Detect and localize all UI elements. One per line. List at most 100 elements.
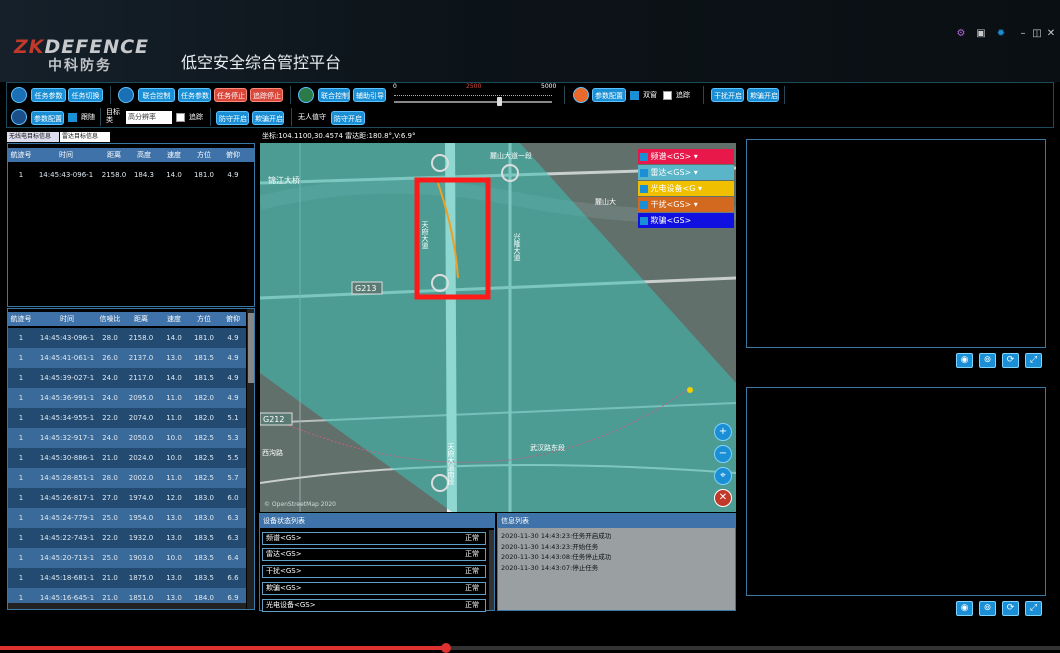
task-stop-button[interactable]: 任务停止 — [214, 88, 247, 102]
joint-control-button[interactable]: 联合控制 — [138, 88, 175, 102]
playback-progress[interactable] — [0, 643, 1060, 653]
slider-thumb[interactable] — [497, 97, 502, 106]
table-row[interactable]: 1 14:45:41-061-1 26.0 2137.0 13.0 181.5 4.9 — [8, 348, 246, 368]
vertical-scrollbar[interactable] — [489, 530, 494, 610]
cell: 183.0 — [193, 514, 215, 522]
map-view[interactable]: 锦江大桥 G213 G212 天府大道 麓山大道一段 麓山大 武汉路东段 兴隆大… — [260, 143, 736, 512]
layer-checkbox[interactable] — [640, 168, 648, 177]
cell: 11.0 — [166, 394, 182, 402]
cell: 1 — [18, 354, 24, 362]
track-checkbox-2[interactable] — [176, 113, 185, 122]
cell: 2095.0 — [128, 394, 154, 402]
defense-on-button-2[interactable]: 防守开启 — [331, 111, 365, 125]
device-row[interactable]: 频谱<GS> 正常 — [262, 532, 486, 545]
layer-item-spectrum[interactable]: 频谱<GS> ▾ — [638, 149, 734, 164]
table-row[interactable]: 1 14:45:22-743-1 22.0 1932.0 13.0 183.5 6.3 — [8, 528, 246, 548]
table-row[interactable]: 1 14:45:20-713-1 25.0 1903.0 10.0 183.5 6.4 — [8, 548, 246, 568]
cell: 14.0 — [166, 171, 182, 179]
follow-checkbox[interactable] — [68, 113, 77, 122]
track-stop-button[interactable]: 追踪停止 — [250, 88, 283, 102]
layer-item-optical[interactable]: 光电设备<G ▾ — [638, 181, 734, 196]
table-row[interactable]: 1 14:45:32-917-1 24.0 2050.0 10.0 182.5 5.3 — [8, 428, 246, 448]
video-panel-1[interactable] — [746, 139, 1046, 348]
cell: 1875.0 — [128, 574, 154, 582]
layer-checkbox[interactable] — [640, 152, 648, 161]
record-icon[interactable]: ⊚ — [979, 601, 996, 616]
layer-item-spoof[interactable]: 欺骗<GS> — [638, 213, 734, 228]
locate-icon[interactable]: ⌖ — [714, 467, 732, 485]
layer-checkbox[interactable] — [640, 200, 648, 209]
horizontal-scrollbar[interactable] — [8, 603, 246, 609]
slider-max-label: 5000 — [541, 83, 557, 90]
task-params-button[interactable]: 任务参数 — [31, 88, 66, 102]
gear-icon[interactable]: ✹ — [994, 28, 1008, 39]
defense-on-button[interactable]: 防守开启 — [216, 111, 249, 125]
device-row[interactable]: 光电设备<GS> 正常 — [262, 599, 486, 612]
close-icon[interactable]: ✕ — [1044, 28, 1058, 39]
fullscreen-icon[interactable]: ⤢ — [1025, 353, 1042, 368]
param-config-button-2[interactable]: 参数配置 — [31, 111, 64, 125]
cell: 13.0 — [166, 534, 182, 542]
cell: 1 — [18, 554, 24, 562]
layer-item-radar[interactable]: 雷达<GS> ▾ — [638, 165, 734, 180]
layer-checkbox[interactable] — [640, 184, 648, 193]
vertical-scrollbar[interactable] — [247, 309, 254, 609]
range-slider[interactable]: 0 2500 5000 — [392, 83, 556, 107]
cell: 2002.0 — [128, 474, 154, 482]
layer-checkbox[interactable] — [640, 216, 648, 225]
fullscreen-icon[interactable]: ⤢ — [1025, 601, 1042, 616]
table-row[interactable]: 1 14:45:28-851-1 28.0 2002.0 11.0 182.5 5.7 — [8, 468, 246, 488]
cell: 12.0 — [166, 494, 182, 502]
monitor-icon[interactable]: ▣ — [974, 28, 988, 39]
cell: 4.9 — [227, 394, 239, 402]
cell: 6.6 — [227, 574, 239, 582]
joint-control-button-2[interactable]: 联合控制 — [318, 88, 350, 102]
assist-guide-button[interactable]: 辅助引导 — [353, 88, 386, 102]
scrollbar-thumb[interactable] — [248, 313, 254, 383]
target-class-label: 目标类 — [106, 108, 120, 124]
table-row[interactable]: 1 14:45:43-096-1 2158.0 184.3 14.0 181.0… — [8, 165, 254, 185]
cell: 28.0 — [102, 474, 118, 482]
refresh-icon[interactable]: ⟳ — [1002, 601, 1019, 616]
settings-icon[interactable]: ⚙ — [954, 28, 968, 39]
toolbar-divider — [210, 108, 211, 126]
refresh-icon[interactable]: ⟳ — [1002, 353, 1019, 368]
playback-handle[interactable] — [441, 643, 451, 653]
device-row[interactable]: 干扰<GS> 正常 — [262, 565, 486, 578]
task-params-button-2[interactable]: 任务参数 — [178, 88, 211, 102]
zoom-in-icon[interactable]: + — [714, 423, 732, 441]
track-checkbox[interactable] — [663, 91, 672, 100]
screenshot-icon[interactable]: ◉ — [956, 353, 973, 368]
spoof-on-button[interactable]: 欺骗开启 — [747, 88, 779, 102]
cell: 1 — [18, 171, 24, 179]
table-row[interactable]: 1 14:45:43-096-1 28.0 2158.0 14.0 181.0 4.9 — [8, 328, 246, 348]
restore-icon[interactable]: ◫ — [1030, 28, 1044, 39]
cell: 22.0 — [102, 414, 118, 422]
table-row[interactable]: 1 14:45:34-955-1 22.0 2074.0 11.0 182.0 5.1 — [8, 408, 246, 428]
table-row[interactable]: 1 14:45:26-817-1 27.0 1974.0 12.0 183.0 6.0 — [8, 488, 246, 508]
table-row[interactable]: 1 14:45:36-991-1 24.0 2095.0 11.0 182.0 4.9 — [8, 388, 246, 408]
table-row[interactable]: 1 14:45:30-886-1 21.0 2024.0 10.0 182.5 5.5 — [8, 448, 246, 468]
video-panel-2[interactable] — [746, 387, 1046, 596]
cell: 14:45:28-851-1 — [39, 474, 95, 482]
spoof-on-button-2[interactable]: 欺骗开启 — [252, 111, 284, 125]
table-row[interactable]: 1 14:45:24-779-1 25.0 1954.0 13.0 183.0 6.3 — [8, 508, 246, 528]
cell: 5.7 — [227, 474, 239, 482]
record-icon[interactable]: ⊚ — [979, 353, 996, 368]
layer-item-interference[interactable]: 干扰<GS> ▾ — [638, 197, 734, 212]
task-switch-button[interactable]: 任务切换 — [68, 88, 103, 102]
tab-radio-target[interactable]: 无线电目标信息 — [7, 132, 59, 142]
table-row[interactable]: 1 14:45:18-681-1 21.0 1875.0 13.0 183.5 6.6 — [8, 568, 246, 588]
param-config-button[interactable]: 参数配置 — [592, 88, 626, 102]
screenshot-icon[interactable]: ◉ — [956, 601, 973, 616]
clear-icon[interactable]: ✕ — [714, 489, 732, 507]
target-class-select[interactable]: 高分辨率 — [126, 111, 172, 124]
device-row[interactable]: 欺骗<GS> 正常 — [262, 582, 486, 595]
dual-window-checkbox[interactable] — [630, 91, 639, 100]
device-row[interactable]: 雷达<GS> 正常 — [262, 548, 486, 561]
table-row[interactable]: 1 14:45:39-027-1 24.0 2117.0 14.0 181.5 4.9 — [8, 368, 246, 388]
minimize-icon[interactable]: – — [1016, 28, 1030, 39]
zoom-out-icon[interactable]: − — [714, 445, 732, 463]
interference-on-button[interactable]: 干扰开启 — [711, 88, 744, 102]
tab-radar-target[interactable]: 雷达目标信息 — [60, 132, 110, 142]
